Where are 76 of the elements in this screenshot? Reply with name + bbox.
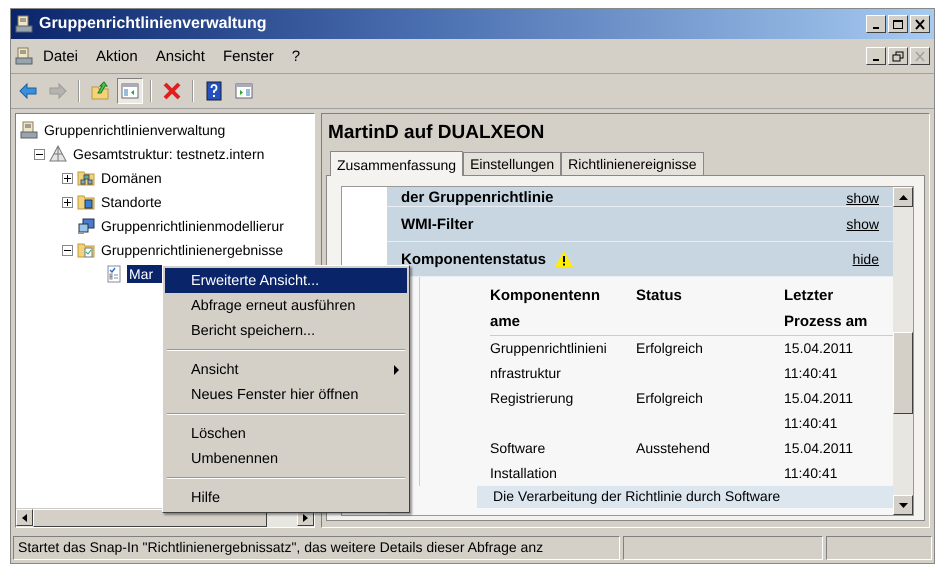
section-title: der Gruppenrichtlinie bbox=[401, 189, 554, 206]
table-cell-text: Erfolgreich bbox=[636, 389, 704, 408]
collapse-toggle[interactable] bbox=[34, 148, 45, 160]
maximize-button[interactable] bbox=[888, 15, 908, 33]
menu-item[interactable]: Ansicht bbox=[148, 46, 213, 66]
tree-item[interactable]: Standorte bbox=[99, 193, 164, 211]
computer-icon bbox=[77, 217, 95, 235]
menu-item[interactable]: Umbenennen bbox=[165, 446, 407, 471]
folder-icon bbox=[77, 241, 95, 259]
menu-item[interactable]: ? bbox=[284, 46, 308, 66]
column-header: Komponentenn ame bbox=[490, 283, 636, 336]
menu-item[interactable]: Löschen bbox=[165, 421, 407, 446]
console-icon bbox=[20, 121, 38, 139]
close-button[interactable] bbox=[910, 47, 930, 65]
menu-item[interactable]: Fenster bbox=[214, 46, 282, 66]
table-cell-text: Gruppenrichtlinieni nfrastruktur bbox=[490, 339, 608, 383]
table-cell-text: Software Installation bbox=[490, 439, 558, 483]
expand-toggle[interactable] bbox=[62, 196, 73, 208]
tab[interactable]: Richtlinienereignisse bbox=[561, 152, 704, 175]
right-arrow-icon bbox=[302, 514, 308, 522]
restore-button[interactable] bbox=[888, 47, 908, 65]
up-arrow-icon bbox=[898, 194, 908, 200]
table-cell-text: Erfolgreich bbox=[636, 339, 704, 358]
close-button[interactable] bbox=[910, 15, 930, 33]
toggle-link[interactable]: hide bbox=[852, 251, 879, 267]
minimize-icon bbox=[873, 58, 879, 60]
menu-item[interactable]: Aktion bbox=[88, 46, 146, 66]
expand-toggle[interactable] bbox=[62, 172, 73, 184]
window-title: Gruppenrichtlinienverwaltung bbox=[39, 15, 268, 33]
vertical-scrollbar[interactable] bbox=[893, 187, 913, 515]
section-title: Komponentenstatus bbox=[401, 250, 546, 268]
folder-icon bbox=[77, 193, 95, 211]
triangle-icon bbox=[49, 145, 67, 163]
tree-item[interactable]: Gruppenrichtlinienergebnisse bbox=[99, 241, 286, 259]
info-message: Die Verarbeitung der Richtlinie durch Software bbox=[477, 486, 893, 508]
tree-item[interactable]: Domänen bbox=[99, 169, 164, 187]
menu-item[interactable]: Bericht speichern... bbox=[165, 318, 407, 343]
menu-item[interactable]: Abfrage erneut ausführen bbox=[165, 293, 407, 318]
plus-icon bbox=[64, 174, 71, 182]
down-arrow-icon bbox=[898, 502, 908, 508]
checklist-icon bbox=[105, 265, 123, 283]
menu-item[interactable]: Hilfe bbox=[165, 485, 407, 510]
close-icon bbox=[914, 50, 926, 62]
menu-item[interactable]: Ansicht bbox=[165, 357, 407, 382]
details-title: MartinD auf DUALXEON bbox=[327, 121, 546, 145]
toggle-link[interactable]: show bbox=[846, 190, 879, 206]
maximize-icon bbox=[892, 18, 904, 30]
restore-icon bbox=[892, 50, 904, 62]
app-icon bbox=[15, 15, 33, 33]
table-cell-text: 15.04.2011 11:40:41 bbox=[784, 339, 854, 383]
close-icon bbox=[914, 18, 926, 30]
collapse-toggle[interactable] bbox=[62, 244, 73, 256]
minimize-icon bbox=[873, 26, 879, 28]
menu-item[interactable]: Neues Fenster hier öffnen bbox=[165, 382, 407, 407]
section-title: WMI-Filter bbox=[401, 216, 474, 232]
tab[interactable]: Zusammenfassung bbox=[330, 151, 464, 176]
menu-item[interactable]: Datei bbox=[35, 46, 86, 66]
folder-icon bbox=[77, 169, 95, 187]
tree-item[interactable]: Gruppenrichtlinienverwaltung bbox=[42, 121, 228, 139]
tab[interactable]: Einstellungen bbox=[463, 152, 562, 175]
tree-item[interactable]: Gesamtstruktur: testnetz.intern bbox=[71, 145, 266, 163]
toggle-link[interactable]: show bbox=[846, 216, 879, 232]
table-cell-text: Ausstehend bbox=[636, 439, 711, 458]
window-pane-icon[interactable] bbox=[117, 78, 143, 104]
column-header: Status bbox=[636, 283, 784, 336]
table-cell-text: 15.04.2011 11:40:41 bbox=[784, 389, 854, 433]
minimize-button[interactable] bbox=[866, 47, 886, 65]
status-text: Startet das Snap-In "Richtlinienergebnissatz", das weitere Details dieser Abfrage anz bbox=[13, 536, 620, 560]
left-arrow-icon bbox=[22, 514, 28, 522]
table-cell-text: 15.04.2011 11:40:41 bbox=[784, 439, 854, 483]
menu-item[interactable]: Erweiterte Ansicht... bbox=[165, 268, 407, 293]
table-cell-text: Registrierung bbox=[490, 389, 574, 408]
document-icon bbox=[15, 47, 33, 65]
tree-item[interactable]: Gruppenrichtlinienmodellierur bbox=[99, 217, 286, 235]
plus-icon bbox=[64, 198, 71, 206]
minimize-button[interactable] bbox=[866, 15, 886, 33]
